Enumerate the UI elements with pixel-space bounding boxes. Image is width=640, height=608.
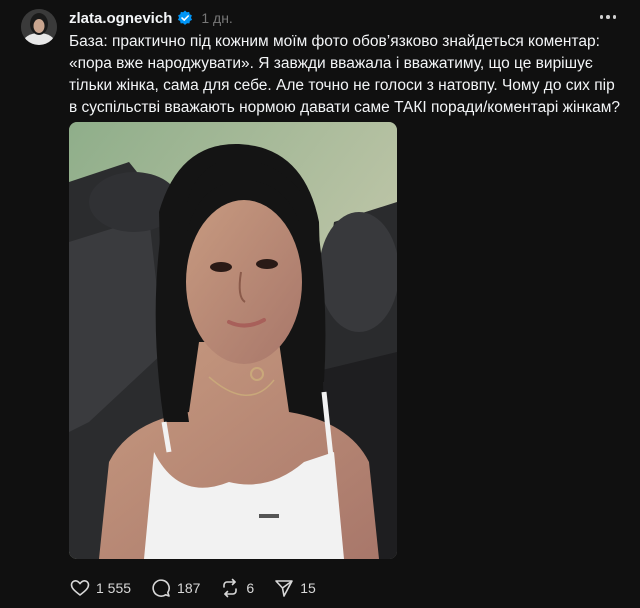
more-options-button[interactable] [596,8,620,26]
comment-button[interactable]: 187 [151,578,200,598]
repost-arrows-icon [220,578,240,598]
like-count: 1 555 [96,580,132,596]
repost-count: 6 [246,580,255,596]
username[interactable]: zlata.ognevich [69,10,172,27]
post-time[interactable]: 1 дн. [201,10,232,26]
more-horizontal-icon [599,15,604,19]
like-button[interactable]: 1 555 [70,578,131,598]
comment-bubble-icon [151,578,171,598]
post-header: zlata.ognevich 1 дн. [69,8,233,28]
post-caption: База: практично під кожним моїм фото обо… [69,33,621,116]
verified-badge-icon [177,10,193,26]
repost-button[interactable]: 6 [220,578,254,598]
post-actions: 1 555 187 6 15 [70,577,336,599]
heart-icon [70,578,90,598]
share-count: 15 [300,580,316,596]
comment-count: 187 [177,580,201,596]
post-photo[interactable] [69,122,397,559]
share-button[interactable]: 15 [274,578,316,598]
threads-post: zlata.ognevich 1 дн. База: практично під… [0,0,640,608]
send-arrow-icon [274,578,294,598]
avatar[interactable] [21,9,57,45]
